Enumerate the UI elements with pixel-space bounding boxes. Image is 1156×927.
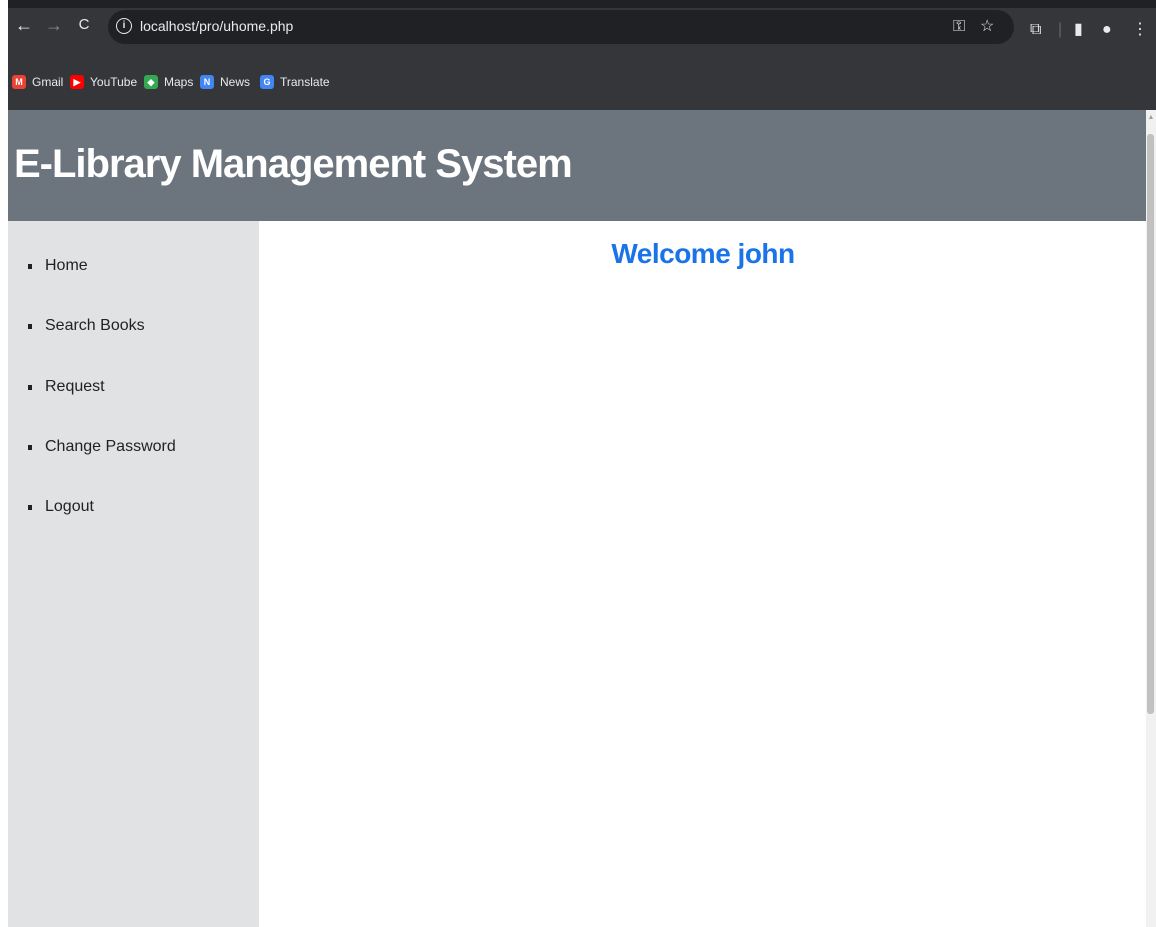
- back-icon[interactable]: ←: [14, 15, 34, 35]
- reload-icon[interactable]: C: [74, 15, 94, 35]
- key-icon[interactable]: ⚿: [953, 18, 965, 36]
- url-text[interactable]: localhost/pro/uhome.php: [140, 18, 293, 34]
- sidebar-item-label[interactable]: Change Password: [45, 438, 176, 456]
- news-icon: N: [200, 75, 214, 89]
- extensions-icon[interactable]: ⧉: [1030, 20, 1041, 40]
- bookmark-youtube[interactable]: ▶ YouTube: [70, 72, 137, 92]
- sidebar: Home Search Books Request Change Passwor…: [8, 221, 259, 927]
- scrollbar-thumb[interactable]: [1147, 134, 1154, 714]
- toolbar-divider: |: [1058, 21, 1063, 38]
- bookmark-label: News: [220, 75, 251, 89]
- page-title: E-Library Management System: [14, 142, 573, 186]
- bookmark-label: Gmail: [32, 75, 64, 89]
- translate-icon: G: [260, 75, 274, 89]
- browser-window: ← → C i localhost/pro/uhome.php ⚿ ☆ ⧉ | …: [8, 0, 1156, 927]
- sidebar-item-logout[interactable]: Logout: [28, 498, 94, 516]
- bookmark-label: YouTube: [90, 75, 138, 89]
- bookmark-maps[interactable]: ◆ Maps: [144, 72, 193, 92]
- bookmark-translate[interactable]: G Translate: [260, 72, 330, 92]
- side-panel-icon[interactable]: ▮: [1074, 20, 1083, 40]
- bookmark-label: Maps: [164, 75, 194, 89]
- sidebar-item-search-books[interactable]: Search Books: [28, 317, 145, 335]
- bullet-icon: [28, 384, 32, 390]
- bullet-icon: [28, 444, 32, 450]
- maps-icon: ◆: [144, 75, 158, 89]
- menu-icon[interactable]: ⋮: [1132, 20, 1148, 40]
- welcome-message: Welcome john: [611, 238, 795, 269]
- info-icon[interactable]: i: [116, 18, 132, 34]
- vertical-scrollbar[interactable]: ▲: [1146, 110, 1156, 927]
- bookmark-star-icon[interactable]: ☆: [980, 18, 994, 36]
- forward-icon[interactable]: →: [44, 15, 64, 35]
- sidebar-item-label[interactable]: Search Books: [45, 317, 145, 335]
- scroll-up-icon[interactable]: ▲: [1147, 114, 1155, 122]
- sidebar-item-home[interactable]: Home: [28, 257, 88, 275]
- bookmark-label: Translate: [280, 75, 330, 89]
- bookmark-news[interactable]: N News: [200, 72, 250, 92]
- profile-icon[interactable]: ●: [1102, 20, 1112, 40]
- bullet-icon: [28, 263, 32, 269]
- sidebar-item-label[interactable]: Home: [45, 257, 88, 275]
- bullet-icon: [28, 504, 32, 510]
- page-margin: [0, 0, 8, 927]
- bookmarks-bar: M Gmail ▶ YouTube ◆ Maps N News G Transl…: [8, 58, 1156, 111]
- site-header: E-Library Management System: [8, 110, 1146, 221]
- page-content: E-Library Management System Home Search …: [8, 110, 1146, 927]
- sidebar-item-request[interactable]: Request: [28, 378, 105, 396]
- youtube-icon: ▶: [70, 75, 84, 89]
- gmail-icon: M: [12, 75, 26, 89]
- browser-toolbar: ← → C i localhost/pro/uhome.php ⚿ ☆ ⧉ | …: [8, 8, 1156, 58]
- sidebar-item-label[interactable]: Request: [45, 378, 105, 396]
- sidebar-item-label[interactable]: Logout: [45, 498, 94, 516]
- address-bar[interactable]: i localhost/pro/uhome.php ⚿ ☆: [108, 10, 1014, 44]
- bullet-icon: [28, 323, 32, 329]
- sidebar-item-change-password[interactable]: Change Password: [28, 438, 176, 456]
- bookmark-gmail[interactable]: M Gmail: [12, 72, 63, 92]
